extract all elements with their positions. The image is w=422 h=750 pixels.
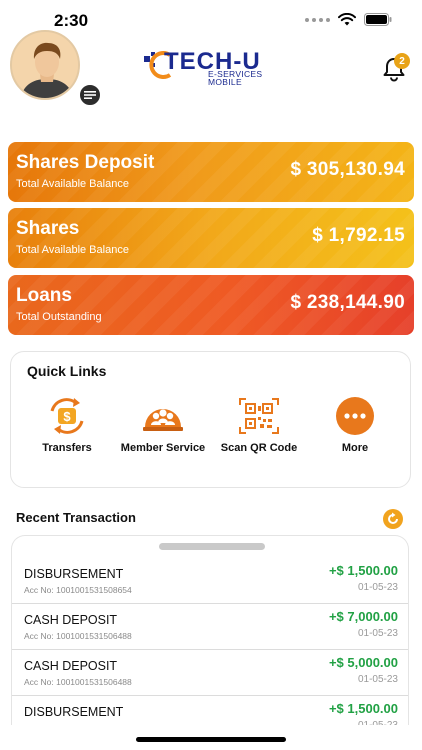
transaction-date: 01-05-23 — [357, 628, 398, 639]
notification-badge: 2 — [394, 53, 410, 69]
transaction-row[interactable]: DISBURSEMENT Acc No: 1001001531508654 +$… — [12, 558, 408, 604]
home-indicator — [136, 737, 286, 742]
transaction-date: 01-05-23 — [358, 720, 398, 725]
quick-links-title: Quick Links — [27, 363, 107, 379]
wifi-icon — [338, 13, 356, 26]
loans-card[interactable]: Loans Total Outstanding $ 238,144.90 — [8, 275, 414, 335]
avatar-person-icon — [12, 32, 78, 98]
shares-card[interactable]: Shares Total Available Balance $ 1,792.1… — [8, 208, 414, 268]
app-logo: TECH-U E-SERVICES MOBILE — [142, 48, 272, 88]
battery-icon — [364, 13, 392, 26]
avatar — [10, 30, 80, 100]
card-amount: $ 1,792.15 — [312, 225, 405, 246]
card-title: Loans — [16, 285, 72, 306]
transaction-amount: +$ 1,500.00 — [328, 701, 398, 716]
quick-link-more[interactable]: More — [305, 396, 405, 466]
quick-links-panel: Quick Links $ Transfers Member Service S… — [10, 351, 411, 488]
transfer-icon: $ — [45, 396, 89, 436]
transaction-row[interactable]: CASH DEPOSIT Acc No: 1001001531506488 +$… — [12, 604, 408, 650]
refresh-icon — [388, 512, 398, 524]
transaction-date: 01-05-23 — [357, 582, 398, 593]
logo-subtext-2: MOBILE — [208, 77, 242, 87]
card-subtitle: Total Outstanding — [16, 311, 102, 323]
transaction-amount: +$ 7,000.00 — [328, 609, 398, 624]
transaction-account: Acc No: 1001001531506488 — [24, 677, 132, 687]
quick-link-member-service[interactable]: Member Service — [113, 396, 213, 466]
transaction-date: 01-05-23 — [357, 674, 398, 685]
quick-link-transfers[interactable]: $ Transfers — [17, 396, 117, 466]
profile-button[interactable] — [10, 30, 102, 107]
transaction-row[interactable]: CASH DEPOSIT Acc No: 1001001531506488 +$… — [12, 650, 408, 696]
card-subtitle: Total Available Balance — [16, 178, 129, 190]
more-icon — [333, 396, 377, 436]
card-amount: $ 305,130.94 — [290, 159, 405, 180]
transaction-account: Acc No: 1001001531506488 — [24, 631, 132, 641]
recent-transaction-title: Recent Transaction — [16, 510, 136, 525]
quick-link-scan-qr[interactable]: Scan QR Code — [209, 396, 309, 466]
signal-icon — [305, 17, 330, 22]
quick-link-label: Scan QR Code — [220, 442, 298, 454]
menu-icon[interactable] — [78, 83, 102, 107]
quick-link-label: Member Service — [120, 442, 206, 454]
quick-link-label: More — [341, 442, 369, 454]
status-time: 2:30 — [54, 11, 89, 30]
transaction-account: Acc No: 1001001531508654 — [24, 585, 132, 595]
member-service-icon — [141, 396, 185, 436]
transaction-type: DISBURSEMENT — [24, 567, 124, 581]
card-title: Shares — [16, 218, 80, 239]
transaction-amount: +$ 1,500.00 — [328, 563, 398, 578]
transaction-type: DISBURSEMENT — [24, 705, 124, 719]
refresh-button[interactable] — [383, 509, 403, 529]
svg-text:$: $ — [63, 409, 71, 424]
transaction-type: CASH DEPOSIT — [24, 659, 118, 673]
quick-link-label: Transfers — [42, 442, 92, 454]
status-indicators — [305, 13, 392, 26]
transaction-type: CASH DEPOSIT — [24, 613, 118, 627]
transaction-row[interactable]: DISBURSEMENT +$ 1,500.00 01-05-23 — [12, 696, 408, 725]
shares-deposit-card[interactable]: Shares Deposit Total Available Balance $… — [8, 142, 414, 202]
transactions-panel[interactable]: DISBURSEMENT Acc No: 1001001531508654 +$… — [11, 535, 409, 725]
transaction-amount: +$ 5,000.00 — [328, 655, 398, 670]
drag-handle[interactable] — [159, 543, 265, 550]
card-amount: $ 238,144.90 — [290, 292, 405, 313]
card-title: Shares Deposit — [16, 152, 155, 173]
qr-code-icon — [237, 396, 281, 436]
card-subtitle: Total Available Balance — [16, 244, 129, 256]
